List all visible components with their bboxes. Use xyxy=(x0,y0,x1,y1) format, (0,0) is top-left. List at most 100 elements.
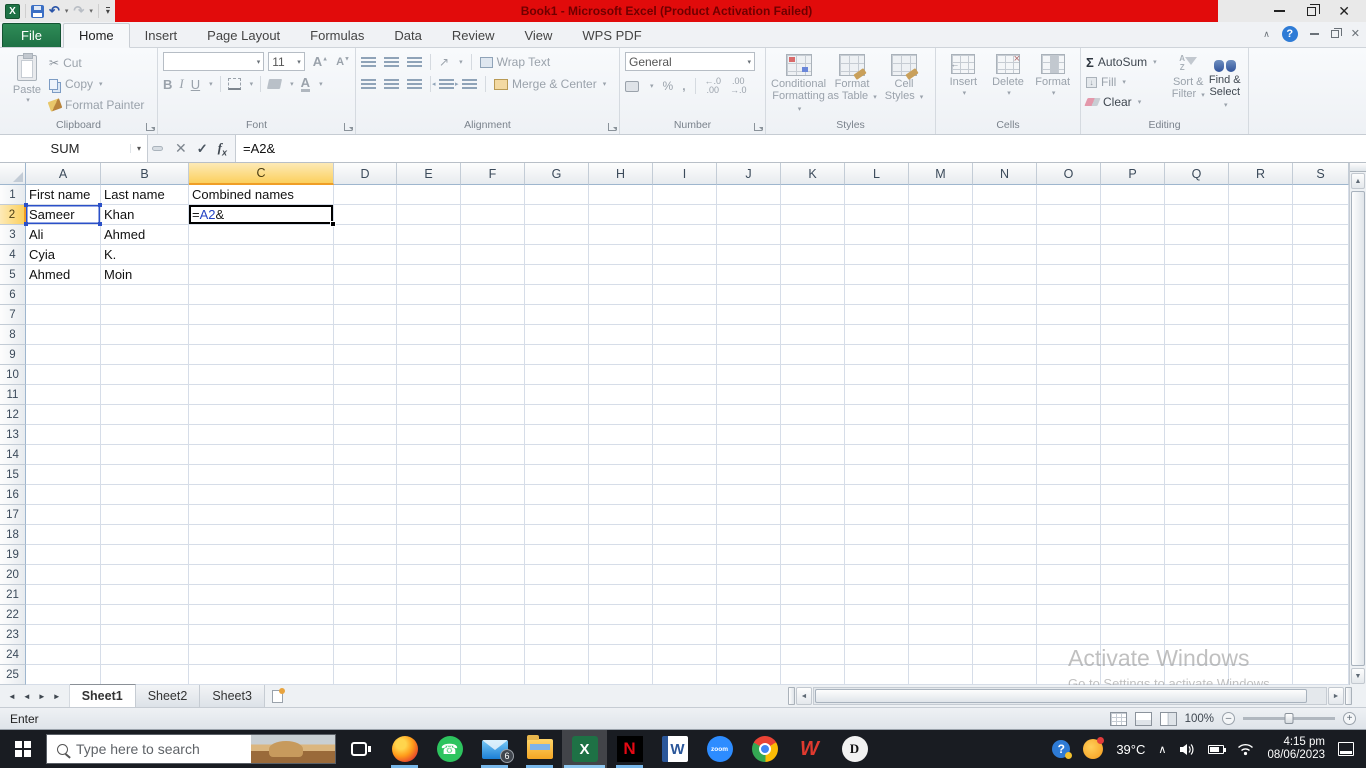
cell-M6[interactable] xyxy=(909,285,973,305)
column-header-D[interactable]: D xyxy=(334,163,397,185)
cell-P9[interactable] xyxy=(1101,345,1165,365)
cell-C23[interactable] xyxy=(189,625,334,645)
zoom-slider[interactable] xyxy=(1243,717,1335,720)
cell-I12[interactable] xyxy=(653,405,717,425)
cell-A13[interactable] xyxy=(26,425,101,445)
zoom-icon[interactable]: zoom xyxy=(697,730,742,768)
cell-L18[interactable] xyxy=(845,525,909,545)
cell-styles-button[interactable]: Cell Styles ▾ xyxy=(878,52,930,119)
cell-P23[interactable] xyxy=(1101,625,1165,645)
cell-L14[interactable] xyxy=(845,445,909,465)
cell-C6[interactable] xyxy=(189,285,334,305)
cell-G22[interactable] xyxy=(525,605,589,625)
cell-E14[interactable] xyxy=(397,445,461,465)
cell-S24[interactable] xyxy=(1293,645,1349,665)
row-header-17[interactable]: 17 xyxy=(0,505,26,525)
cell-G2[interactable] xyxy=(525,205,589,225)
cell-H3[interactable] xyxy=(589,225,653,245)
cell-I18[interactable] xyxy=(653,525,717,545)
cell-K10[interactable] xyxy=(781,365,845,385)
next-sheet-icon[interactable]: ► xyxy=(38,692,46,701)
alignment-dialog-launcher-icon[interactable] xyxy=(608,123,616,131)
cell-L23[interactable] xyxy=(845,625,909,645)
row-header-16[interactable]: 16 xyxy=(0,485,26,505)
cell-A15[interactable] xyxy=(26,465,101,485)
row-header-2[interactable]: 2 xyxy=(0,205,26,225)
cell-N8[interactable] xyxy=(973,325,1037,345)
font-size-combo[interactable]: 11▾ xyxy=(268,52,305,71)
cell-F8[interactable] xyxy=(461,325,525,345)
cell-D23[interactable] xyxy=(334,625,397,645)
cell-H21[interactable] xyxy=(589,585,653,605)
cell-O25[interactable] xyxy=(1037,665,1101,685)
cell-Q18[interactable] xyxy=(1165,525,1229,545)
cell-R20[interactable] xyxy=(1229,565,1293,585)
cell-F24[interactable] xyxy=(461,645,525,665)
first-sheet-icon[interactable]: ◄ xyxy=(8,692,16,701)
cell-L20[interactable] xyxy=(845,565,909,585)
cell-F3[interactable] xyxy=(461,225,525,245)
cell-C19[interactable] xyxy=(189,545,334,565)
cell-A3[interactable]: Ali xyxy=(26,225,101,245)
cell-D18[interactable] xyxy=(334,525,397,545)
row-header-20[interactable]: 20 xyxy=(0,565,26,585)
row-header-13[interactable]: 13 xyxy=(0,425,26,445)
cell-F25[interactable] xyxy=(461,665,525,685)
cell-D10[interactable] xyxy=(334,365,397,385)
cell-R3[interactable] xyxy=(1229,225,1293,245)
cell-E24[interactable] xyxy=(397,645,461,665)
align-right-icon[interactable] xyxy=(407,79,422,89)
cell-I6[interactable] xyxy=(653,285,717,305)
cell-H16[interactable] xyxy=(589,485,653,505)
column-header-A[interactable]: A xyxy=(26,163,101,185)
cell-G14[interactable] xyxy=(525,445,589,465)
cell-J21[interactable] xyxy=(717,585,781,605)
cell-C21[interactable] xyxy=(189,585,334,605)
cell-B9[interactable] xyxy=(101,345,189,365)
cell-A2[interactable]: Sameer xyxy=(26,205,101,225)
cell-N11[interactable] xyxy=(973,385,1037,405)
cell-I24[interactable] xyxy=(653,645,717,665)
tab-insert[interactable]: Insert xyxy=(130,24,193,47)
previous-sheet-icon[interactable]: ◄ xyxy=(23,692,31,701)
cell-N16[interactable] xyxy=(973,485,1037,505)
cell-Q25[interactable] xyxy=(1165,665,1229,685)
cell-A24[interactable] xyxy=(26,645,101,665)
cell-B24[interactable] xyxy=(101,645,189,665)
cell-S19[interactable] xyxy=(1293,545,1349,565)
cell-P15[interactable] xyxy=(1101,465,1165,485)
cell-N23[interactable] xyxy=(973,625,1037,645)
cell-B14[interactable] xyxy=(101,445,189,465)
cell-C1[interactable]: Combined names xyxy=(189,185,334,205)
cell-D2[interactable] xyxy=(334,205,397,225)
insert-function-icon[interactable]: fx xyxy=(218,140,227,158)
cell-E1[interactable] xyxy=(397,185,461,205)
cell-R23[interactable] xyxy=(1229,625,1293,645)
cell-E5[interactable] xyxy=(397,265,461,285)
cell-A14[interactable] xyxy=(26,445,101,465)
cell-K16[interactable] xyxy=(781,485,845,505)
cell-S5[interactable] xyxy=(1293,265,1349,285)
cell-O5[interactable] xyxy=(1037,265,1101,285)
weather-icon[interactable] xyxy=(1083,739,1103,759)
vertical-scroll-thumb[interactable] xyxy=(1351,191,1365,666)
cell-H4[interactable] xyxy=(589,245,653,265)
cell-F23[interactable] xyxy=(461,625,525,645)
cell-O13[interactable] xyxy=(1037,425,1101,445)
cell-H22[interactable] xyxy=(589,605,653,625)
cell-Q10[interactable] xyxy=(1165,365,1229,385)
cell-R18[interactable] xyxy=(1229,525,1293,545)
cell-J1[interactable] xyxy=(717,185,781,205)
cell-G25[interactable] xyxy=(525,665,589,685)
cell-B8[interactable] xyxy=(101,325,189,345)
cell-J25[interactable] xyxy=(717,665,781,685)
borders-icon[interactable] xyxy=(228,78,241,90)
cell-L19[interactable] xyxy=(845,545,909,565)
cell-G12[interactable] xyxy=(525,405,589,425)
cell-M11[interactable] xyxy=(909,385,973,405)
cell-H9[interactable] xyxy=(589,345,653,365)
row-header-22[interactable]: 22 xyxy=(0,605,26,625)
cell-E9[interactable] xyxy=(397,345,461,365)
cell-G11[interactable] xyxy=(525,385,589,405)
cell-S23[interactable] xyxy=(1293,625,1349,645)
